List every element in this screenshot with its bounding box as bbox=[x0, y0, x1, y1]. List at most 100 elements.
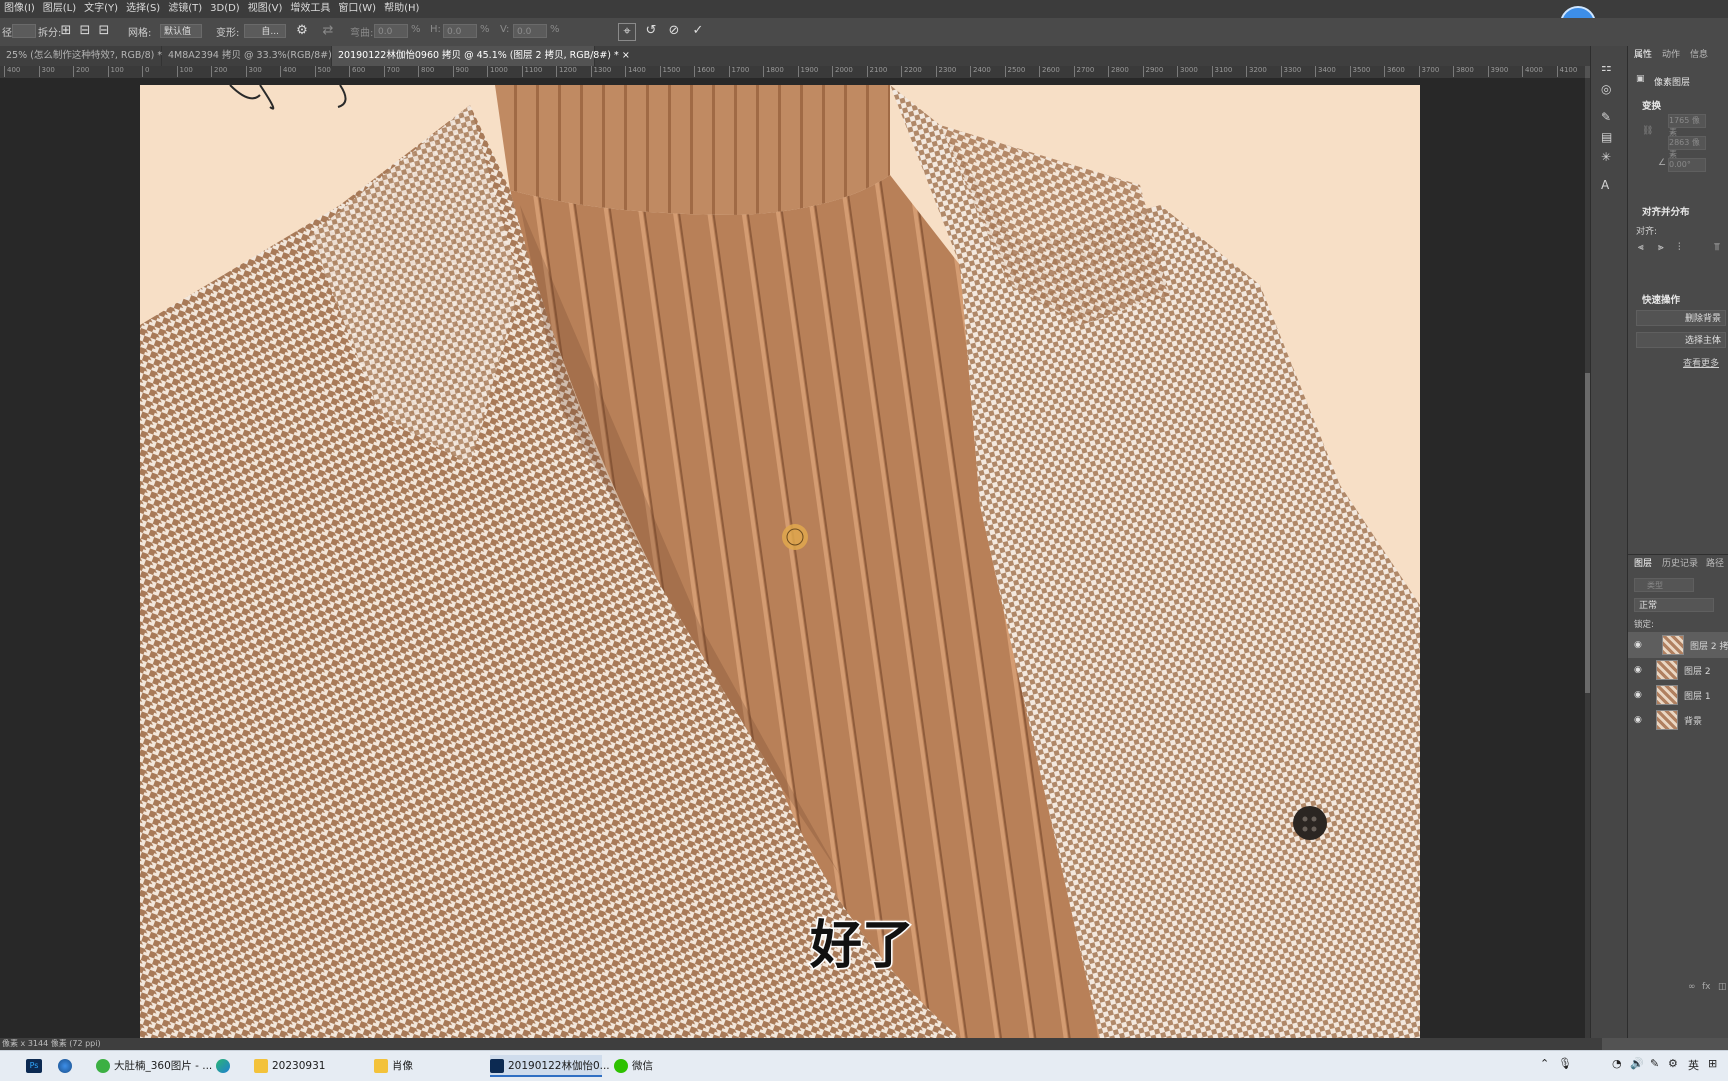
network-icon[interactable]: ◔ bbox=[1612, 1057, 1622, 1070]
warp-dropdown[interactable]: 自... bbox=[244, 24, 286, 38]
settings-icon[interactable]: ⚙ bbox=[1668, 1057, 1678, 1070]
pen-icon[interactable]: ✎ bbox=[1650, 1057, 1659, 1070]
width-field[interactable]: 1765 像素 bbox=[1668, 114, 1706, 137]
taskbar-wechat[interactable]: 微信 bbox=[614, 1055, 714, 1077]
commit-check-icon[interactable]: ✓ bbox=[690, 23, 706, 39]
tray-expand-icon[interactable]: ⌃ bbox=[1540, 1057, 1549, 1070]
blend-mode-select[interactable]: 正常 bbox=[1634, 598, 1714, 612]
menu-image[interactable]: 图像(I) bbox=[0, 0, 39, 18]
mask-icon[interactable]: ◫ bbox=[1718, 982, 1727, 992]
taskbar-folder-20230931[interactable]: 20230931 bbox=[254, 1055, 352, 1077]
tab-document-2[interactable]: 4M8A2394 拷贝 @ 33.3%(RGB/8#) * × bbox=[162, 46, 351, 66]
ruler-tick: 400 bbox=[280, 66, 296, 77]
visibility-eye-icon[interactable]: ◉ bbox=[1634, 640, 1644, 650]
align-heading[interactable]: 对齐并分布 bbox=[1642, 204, 1690, 218]
menu-filter[interactable]: 滤镜(T) bbox=[164, 0, 206, 18]
close-icon[interactable]: × bbox=[622, 50, 630, 61]
grid-dropdown[interactable]: 默认值 bbox=[160, 24, 202, 38]
adjust-icon[interactable]: ✳ bbox=[1601, 150, 1611, 164]
menu-3d[interactable]: 3D(D) bbox=[206, 0, 244, 18]
input-language[interactable]: 英 bbox=[1688, 1057, 1699, 1073]
ruler-tick: 2500 bbox=[1004, 66, 1025, 77]
taskbar-edge[interactable] bbox=[216, 1055, 240, 1077]
link-icon[interactable]: ⛓ bbox=[1642, 126, 1653, 136]
layer-row[interactable]: ◉ 图层 2 拷贝 bbox=[1628, 632, 1728, 658]
warp-label: 变形: bbox=[216, 28, 240, 39]
layer-row[interactable]: ◉ 背景 bbox=[1628, 707, 1728, 733]
transform-heading[interactable]: 变换 bbox=[1642, 98, 1661, 112]
tab-properties[interactable]: 属性 bbox=[1630, 46, 1656, 64]
align-left-icon[interactable]: ⫷ bbox=[1638, 242, 1644, 253]
v-distort-field[interactable]: 0.0 bbox=[513, 24, 547, 38]
microphone-icon[interactable]: 🎙 bbox=[1558, 1057, 1572, 1070]
align-top-icon[interactable]: ⫪ bbox=[1714, 242, 1720, 253]
menu-layer[interactable]: 图层(L) bbox=[39, 0, 80, 18]
tab-layers[interactable]: 图层 bbox=[1630, 555, 1656, 573]
menu-type[interactable]: 文字(Y) bbox=[80, 0, 122, 18]
h-distort-field[interactable]: 0.0 bbox=[443, 24, 477, 38]
split-cross-icon[interactable]: ⊞ bbox=[58, 23, 74, 39]
layer-row[interactable]: ◉ 图层 2 bbox=[1628, 657, 1728, 683]
path-dropdown[interactable] bbox=[12, 24, 36, 38]
visibility-eye-icon[interactable]: ◉ bbox=[1634, 690, 1644, 700]
ime-icon[interactable]: ⊞ bbox=[1708, 1057, 1717, 1070]
link-layers-icon[interactable]: ∞ bbox=[1688, 982, 1696, 992]
tab-paths[interactable]: 路径 bbox=[1702, 555, 1728, 573]
remove-background-button[interactable]: 删除背景 bbox=[1636, 310, 1726, 326]
document-tabs: 25% (怎么制作这种特效?, RGB/8) * 4M8A2394 拷贝 @ 3… bbox=[0, 46, 1600, 66]
gear-icon[interactable]: ⚙ bbox=[294, 23, 310, 39]
taskbar-photoshop-document[interactable]: 20190122林伽怡0... bbox=[490, 1055, 610, 1077]
layer-thumbnail bbox=[1662, 635, 1684, 655]
visibility-eye-icon[interactable]: ◉ bbox=[1634, 665, 1644, 675]
align-center-icon[interactable]: ⫸ bbox=[1658, 242, 1664, 253]
tab-actions[interactable]: 动作 bbox=[1658, 46, 1684, 64]
split-vertical-icon[interactable]: ⊟ bbox=[77, 23, 93, 39]
menu-select[interactable]: 选择(S) bbox=[122, 0, 164, 18]
height-field[interactable]: 2863 像素 bbox=[1668, 136, 1706, 159]
reset-icon[interactable]: ↺ bbox=[643, 23, 659, 39]
taskbar-label: 20190122林伽怡0... bbox=[508, 1060, 610, 1072]
split-horizontal-icon[interactable]: ⊟ bbox=[96, 23, 112, 39]
menu-bar: 图像(I) 图层(L) 文字(Y) 选择(S) 滤镜(T) 3D(D) 视图(V) 增效工具窗… bbox=[0, 0, 1728, 18]
document-canvas[interactable] bbox=[140, 85, 1420, 1038]
taskbar-photoshop[interactable]: Ps bbox=[24, 1055, 48, 1077]
quick-actions-heading[interactable]: 快速操作 bbox=[1642, 292, 1680, 306]
taskbar-label: 20230931 bbox=[272, 1060, 326, 1072]
cancel-icon[interactable]: ⊘ bbox=[666, 23, 682, 39]
puppet-warp-icon[interactable]: ⌖ bbox=[618, 23, 636, 41]
photoshop-icon: Ps bbox=[26, 1059, 42, 1073]
tab-info[interactable]: 信息 bbox=[1686, 46, 1712, 64]
align-to-label: 对齐: bbox=[1636, 227, 1658, 237]
character-icon[interactable]: A bbox=[1601, 178, 1609, 192]
ruler-tick: 2700 bbox=[1073, 66, 1094, 77]
select-subject-button[interactable]: 选择主体 bbox=[1636, 332, 1726, 348]
tab-document-3[interactable]: 20190122林伽怡0960 拷贝 @ 45.1% (图层 2 拷贝, RGB… bbox=[332, 46, 630, 66]
visibility-eye-icon[interactable]: ◉ bbox=[1634, 715, 1644, 725]
angle-field[interactable]: 0.00° bbox=[1668, 158, 1706, 172]
histogram-icon[interactable]: ▤ bbox=[1601, 130, 1612, 144]
align-right-icon[interactable]: ⫶ bbox=[1678, 242, 1681, 253]
taskbar-app[interactable] bbox=[58, 1055, 82, 1077]
ruler-tick: 900 bbox=[452, 66, 469, 77]
brush-settings-icon[interactable]: ✎ bbox=[1601, 110, 1611, 124]
taskbar-folder-portrait[interactable]: 肖像 bbox=[374, 1055, 472, 1077]
tab-document-1[interactable]: 25% (怎么制作这种特效?, RGB/8) * bbox=[0, 46, 162, 66]
bend-field[interactable]: 0.0 bbox=[374, 24, 408, 38]
orientation-icon[interactable]: ⇄ bbox=[320, 23, 336, 39]
menu-plugins[interactable]: 增效工具 bbox=[286, 0, 334, 18]
menu-help[interactable]: 帮助(H) bbox=[380, 0, 423, 18]
path-label: 径 bbox=[2, 28, 12, 39]
h-pct: % bbox=[480, 24, 490, 35]
layer-row[interactable]: ◉ 图层 1 bbox=[1628, 682, 1728, 708]
volume-icon[interactable]: 🔊 bbox=[1630, 1057, 1644, 1070]
fx-icon[interactable]: fx bbox=[1702, 982, 1711, 992]
tab-history[interactable]: 历史记录 bbox=[1658, 555, 1702, 573]
taskbar-360-image[interactable]: 大肚楠_360图片 - ... bbox=[96, 1055, 212, 1077]
layer-search-input[interactable]: 类型 bbox=[1634, 578, 1694, 592]
properties-icon[interactable]: ⚏ bbox=[1601, 60, 1612, 74]
channels-icon[interactable]: ◎ bbox=[1601, 82, 1611, 96]
view-more-link[interactable]: 查看更多 bbox=[1683, 356, 1719, 369]
layer-thumbnail bbox=[1656, 710, 1678, 730]
menu-view[interactable]: 视图(V) bbox=[244, 0, 287, 18]
menu-window[interactable]: 窗口(W) bbox=[334, 0, 380, 18]
